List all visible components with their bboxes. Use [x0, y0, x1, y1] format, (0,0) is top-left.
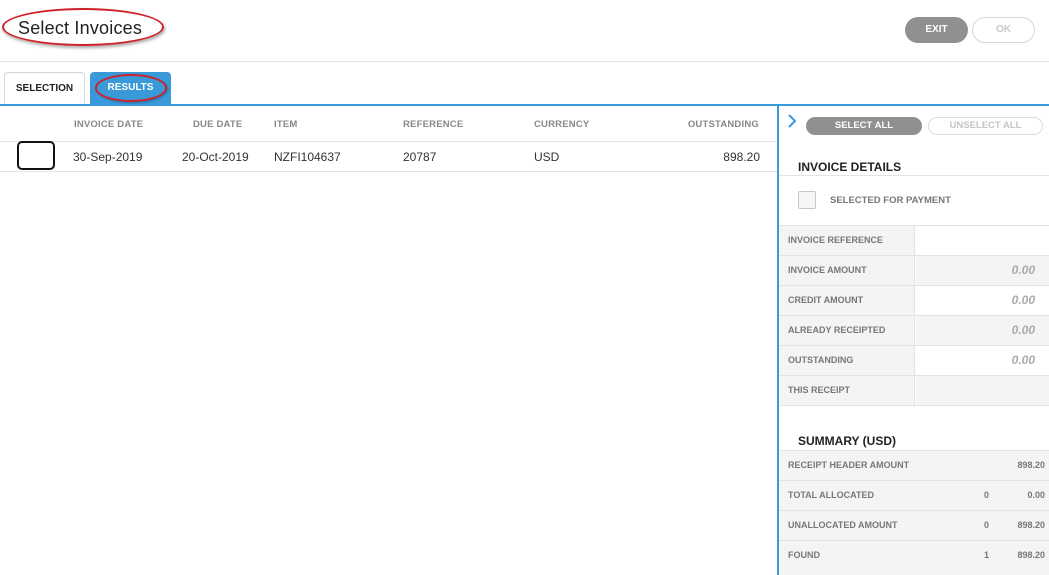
page-title: Select Invoices — [18, 18, 143, 38]
section-divider — [779, 175, 1049, 176]
header-divider — [0, 61, 1049, 62]
summary-row-receipt-header-amount: RECEIPT HEADER AMOUNT 898.20 — [779, 450, 1049, 480]
this-receipt-field[interactable] — [916, 376, 1049, 405]
summary-count: 1 — [983, 550, 989, 560]
cell-invoice-date: 30-Sep-2019 — [73, 150, 143, 164]
summary-label: TOTAL ALLOCATED — [788, 490, 874, 500]
detail-label: OUTSTANDING — [779, 346, 915, 375]
page-title-annotation: Select Invoices — [2, 8, 164, 46]
row-select-checkbox[interactable] — [17, 141, 55, 170]
select-all-button[interactable]: SELECT ALL — [806, 117, 922, 135]
detail-row-credit-amount: CREDIT AMOUNT 0.00 — [779, 285, 1049, 315]
tab-results[interactable]: RESULTS — [90, 72, 171, 104]
summary-title: SUMMARY (USD) — [798, 434, 896, 448]
detail-label: CREDIT AMOUNT — [779, 286, 915, 315]
cell-item: NZFI104637 — [274, 150, 341, 164]
chevron-right-icon[interactable] — [786, 113, 798, 129]
detail-value: 0.00 — [1011, 263, 1035, 277]
summary-row-unallocated-amount: UNALLOCATED AMOUNT 0 898.20 — [779, 510, 1049, 540]
column-header-outstanding[interactable]: OUTSTANDING — [688, 119, 759, 130]
detail-value: 0.00 — [1011, 293, 1035, 307]
exit-button[interactable]: EXIT — [905, 17, 968, 43]
section-divider — [779, 405, 1049, 406]
summary-label: FOUND — [788, 550, 820, 560]
invoice-reference-field — [916, 226, 1049, 255]
row-divider — [0, 141, 777, 142]
selected-for-payment-label: SELECTED FOR PAYMENT — [830, 195, 951, 206]
invoice-details-title: INVOICE DETAILS — [798, 160, 902, 174]
summary-amount: 0.00 — [1027, 490, 1045, 500]
cell-reference: 20787 — [403, 150, 437, 164]
selected-for-payment-checkbox[interactable] — [798, 191, 816, 209]
summary-amount: 898.20 — [1017, 460, 1045, 470]
detail-label: INVOICE AMOUNT — [779, 256, 915, 285]
tab-underline — [0, 104, 1049, 106]
detail-row-invoice-reference: INVOICE REFERENCE — [779, 225, 1049, 255]
detail-label: INVOICE REFERENCE — [779, 226, 915, 255]
detail-row-invoice-amount: INVOICE AMOUNT 0.00 — [779, 255, 1049, 285]
row-divider — [0, 171, 777, 172]
summary-amount: 898.20 — [1017, 520, 1045, 530]
column-header-invoice-date[interactable]: INVOICE DATE — [74, 119, 143, 130]
detail-label: THIS RECEIPT — [779, 376, 915, 405]
cell-outstanding: 898.20 — [723, 150, 760, 164]
column-header-due-date[interactable]: DUE DATE — [193, 119, 242, 130]
summary-label: UNALLOCATED AMOUNT — [788, 520, 898, 530]
ok-button[interactable]: OK — [972, 17, 1035, 43]
detail-row-this-receipt: THIS RECEIPT — [779, 375, 1049, 405]
unselect-all-button[interactable]: UNSELECT ALL — [928, 117, 1043, 135]
summary-label: RECEIPT HEADER AMOUNT — [788, 460, 910, 470]
detail-row-outstanding: OUTSTANDING 0.00 — [779, 345, 1049, 375]
column-header-item[interactable]: ITEM — [274, 119, 298, 130]
tab-selection[interactable]: SELECTION — [4, 72, 85, 105]
column-header-reference[interactable]: REFERENCE — [403, 119, 463, 130]
detail-value: 0.00 — [1011, 323, 1035, 337]
summary-row-total-allocated: TOTAL ALLOCATED 0 0.00 — [779, 480, 1049, 510]
detail-value: 0.00 — [1011, 353, 1035, 367]
cell-currency: USD — [534, 150, 560, 164]
cell-due-date: 20-Oct-2019 — [182, 150, 249, 164]
summary-count: 0 — [983, 490, 989, 500]
summary-row-found: FOUND 1 898.20 — [779, 540, 1049, 575]
column-header-currency[interactable]: CURRENCY — [534, 119, 589, 130]
detail-label: ALREADY RECEIPTED — [779, 316, 915, 345]
summary-count: 0 — [983, 520, 989, 530]
summary-amount: 898.20 — [1017, 550, 1045, 560]
detail-row-already-receipted: ALREADY RECEIPTED 0.00 — [779, 315, 1049, 345]
